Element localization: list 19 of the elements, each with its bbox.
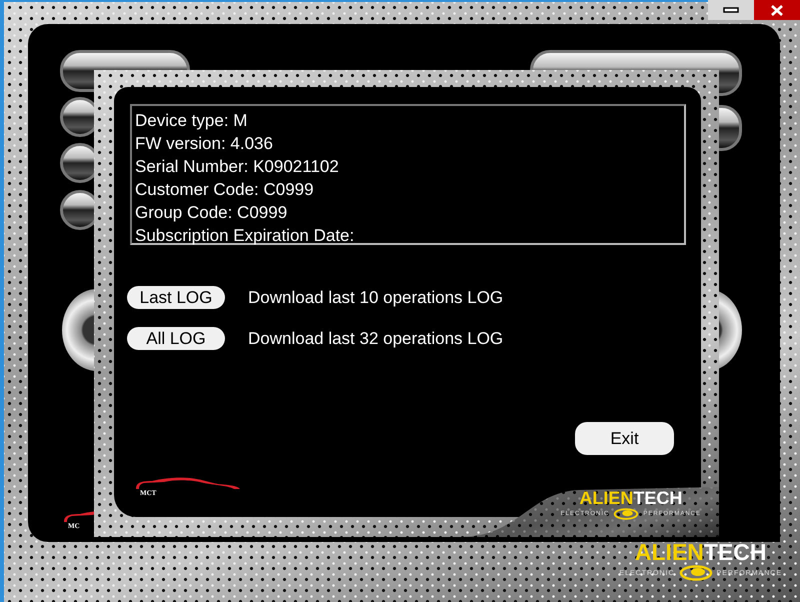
info-line: Subscription Expiration Date: bbox=[135, 225, 356, 247]
action-description: Download last 10 operations LOG bbox=[248, 288, 504, 308]
action-description: Download last 32 operations LOG bbox=[248, 328, 504, 348]
log-button[interactable]: Last LOG bbox=[127, 286, 225, 309]
info-line: Group Code: C0999 bbox=[135, 202, 288, 224]
disc-icon bbox=[613, 508, 640, 520]
info-line: Device type: M bbox=[135, 110, 248, 132]
close-button[interactable] bbox=[754, 0, 800, 20]
minimize-button[interactable] bbox=[708, 0, 754, 20]
logo-wordmark: ALIENTECH bbox=[634, 541, 767, 564]
info-line: Customer Code: C0999 bbox=[135, 179, 315, 201]
info-line: FW version: 4.036 bbox=[135, 133, 274, 155]
logo-wordmark: ALIENTECH bbox=[579, 489, 682, 507]
close-icon bbox=[771, 4, 783, 16]
exit-button[interactable]: Exit bbox=[575, 422, 674, 455]
info-line: Serial Number: K09021102 bbox=[135, 156, 340, 178]
minimize-icon bbox=[723, 7, 739, 13]
log-button[interactable]: All LOG bbox=[127, 327, 225, 350]
disc-icon bbox=[678, 565, 713, 581]
